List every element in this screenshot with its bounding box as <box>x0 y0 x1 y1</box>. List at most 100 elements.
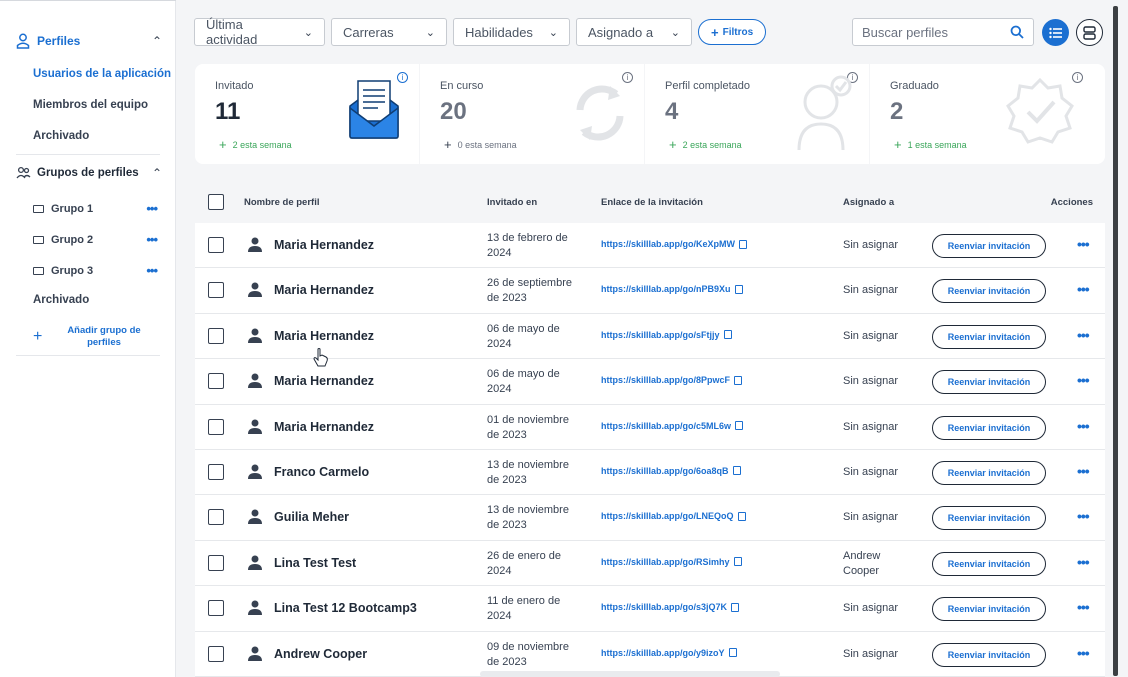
row-name[interactable]: Maria Hernandez <box>274 374 374 388</box>
row-link[interactable]: https://skilllab.app/go/6oa8qB <box>601 466 741 476</box>
row-name[interactable]: Maria Hernandez <box>274 329 374 343</box>
more-icon[interactable]: ••• <box>1077 372 1090 388</box>
row-checkbox[interactable] <box>208 463 224 480</box>
sidebar-item-app-users[interactable]: Usuarios de la aplicación <box>33 68 171 80</box>
more-icon[interactable]: ••• <box>1077 645 1090 661</box>
list-view-button[interactable] <box>1042 19 1069 46</box>
more-icon[interactable]: ••• <box>1077 281 1090 297</box>
resend-invite-button[interactable]: Reenviar invitación <box>932 415 1046 440</box>
row-name[interactable]: Maria Hernandez <box>274 420 374 434</box>
more-icon[interactable]: ••• <box>1077 508 1090 524</box>
copy-icon[interactable] <box>728 648 737 658</box>
copy-icon[interactable] <box>739 239 748 249</box>
copy-icon[interactable] <box>734 284 743 294</box>
filters-button[interactable]: + Filtros <box>698 19 767 45</box>
more-icon[interactable]: ••• <box>1077 327 1090 343</box>
row-checkbox[interactable] <box>208 645 224 662</box>
sidebar-section-groups[interactable]: Grupos de perfiles ⌃ <box>16 166 162 180</box>
more-icon[interactable]: ••• <box>1077 418 1090 434</box>
horizontal-scrollbar[interactable] <box>480 671 780 677</box>
sidebar-item-team-members[interactable]: Miembros del equipo <box>33 99 148 111</box>
careers-select[interactable]: Carreras ⌄ <box>331 18 447 46</box>
chevron-up-icon[interactable]: ⌃ <box>152 34 162 48</box>
sidebar-group-1[interactable]: Grupo 1 ••• <box>33 201 158 216</box>
card-view-button[interactable] <box>1076 19 1103 46</box>
row-link[interactable]: https://skilllab.app/go/LNEQoQ <box>601 511 746 521</box>
header-invited[interactable]: Invitado en <box>487 197 537 208</box>
resend-invite-button[interactable]: Reenviar invitación <box>932 460 1046 485</box>
more-icon[interactable]: ••• <box>1077 554 1090 570</box>
sidebar-section-profiles[interactable]: Perfiles ⌃ <box>16 33 162 49</box>
row-link[interactable]: https://skilllab.app/go/nPB9Xu <box>601 284 743 294</box>
row-link-text[interactable]: https://skilllab.app/go/LNEQoQ <box>601 511 734 521</box>
row-link[interactable]: https://skilllab.app/go/s3jQ7K <box>601 602 740 612</box>
row-link[interactable]: https://skilllab.app/go/KeXpMW <box>601 239 748 249</box>
add-group-button[interactable]: + Añadir grupo de perfiles <box>33 325 157 349</box>
copy-icon[interactable] <box>734 375 743 385</box>
search-icon[interactable] <box>1010 25 1024 39</box>
row-name[interactable]: Guilia Meher <box>274 510 349 524</box>
sidebar-groups-archived[interactable]: Archivado <box>33 294 89 306</box>
copy-icon[interactable] <box>733 557 742 567</box>
row-checkbox[interactable] <box>208 600 224 617</box>
row-link-text[interactable]: https://skilllab.app/go/sFtjjy <box>601 330 720 340</box>
stat-card-invited[interactable]: Invitado 11 +2 esta semana i <box>195 64 419 164</box>
table-row[interactable]: Lina Test Test 26 de enero de 2024 https… <box>195 540 1105 587</box>
row-link[interactable]: https://skilllab.app/go/RSimhy <box>601 557 742 567</box>
table-row[interactable]: Maria Hernandez 26 de septiembre de 2023… <box>195 268 1105 314</box>
header-name[interactable]: Nombre de perfil <box>244 197 320 208</box>
last-activity-select[interactable]: Última actividad ⌄ <box>194 17 325 47</box>
resend-invite-button[interactable]: Reenviar invitación <box>932 597 1046 622</box>
skills-select[interactable]: Habilidades ⌄ <box>453 18 570 46</box>
row-link-text[interactable]: https://skilllab.app/go/nPB9Xu <box>601 284 731 294</box>
copy-icon[interactable] <box>735 421 744 431</box>
stat-card-in-progress[interactable]: En curso 20 +0 esta semana i <box>420 64 644 164</box>
row-checkbox[interactable] <box>208 237 224 253</box>
copy-icon[interactable] <box>732 466 741 476</box>
table-row[interactable]: Maria Hernandez 13 de febrero de 2024 ht… <box>195 223 1105 269</box>
copy-icon[interactable] <box>723 330 732 340</box>
resend-invite-button[interactable]: Reenviar invitación <box>932 642 1046 667</box>
row-link-text[interactable]: https://skilllab.app/go/c5ML6w <box>601 421 731 431</box>
row-link[interactable]: https://skilllab.app/go/sFtjjy <box>601 330 732 340</box>
resend-invite-button[interactable]: Reenviar invitación <box>932 506 1046 531</box>
resend-invite-button[interactable]: Reenviar invitación <box>932 370 1046 395</box>
more-icon[interactable]: ••• <box>146 201 158 216</box>
select-all-checkbox[interactable] <box>208 194 224 210</box>
more-icon[interactable]: ••• <box>1077 236 1090 252</box>
sidebar-group-3[interactable]: Grupo 3 ••• <box>33 263 158 278</box>
row-name[interactable]: Lina Test Test <box>274 556 356 570</box>
row-name[interactable]: Lina Test 12 Bootcamp3 <box>274 601 417 615</box>
more-icon[interactable]: ••• <box>146 232 158 247</box>
row-link-text[interactable]: https://skilllab.app/go/8PpwcF <box>601 375 730 385</box>
table-row[interactable]: Lina Test 12 Bootcamp3 11 de enero de 20… <box>195 586 1105 632</box>
row-checkbox[interactable] <box>208 282 224 299</box>
resend-invite-button[interactable]: Reenviar invitación <box>932 324 1046 349</box>
row-name[interactable]: Andrew Cooper <box>274 647 367 661</box>
copy-icon[interactable] <box>737 511 746 521</box>
row-link[interactable]: https://skilllab.app/go/c5ML6w <box>601 421 744 431</box>
table-row[interactable]: Maria Hernandez 01 de noviembre de 2023 … <box>195 404 1105 450</box>
sidebar-item-archived[interactable]: Archivado <box>33 130 89 142</box>
stat-card-graduated[interactable]: Graduado 2 +1 esta semana i <box>870 64 1105 164</box>
row-link-text[interactable]: https://skilllab.app/go/RSimhy <box>601 557 730 567</box>
row-link-text[interactable]: https://skilllab.app/go/s3jQ7K <box>601 602 727 612</box>
copy-icon[interactable] <box>731 602 740 612</box>
row-name[interactable]: Maria Hernandez <box>274 238 374 252</box>
sidebar-group-2[interactable]: Grupo 2 ••• <box>33 232 158 247</box>
search-input[interactable]: Buscar perfiles <box>852 18 1034 46</box>
resend-invite-button[interactable]: Reenviar invitación <box>932 279 1046 304</box>
row-link-text[interactable]: https://skilllab.app/go/KeXpMW <box>601 239 735 249</box>
row-link-text[interactable]: https://skilllab.app/go/6oa8qB <box>601 466 729 476</box>
table-row[interactable]: Guilia Meher 13 de noviembre de 2023 htt… <box>195 495 1105 541</box>
row-link[interactable]: https://skilllab.app/go/8PpwcF <box>601 375 743 385</box>
table-row[interactable]: Maria Hernandez 06 de mayo de 2024 https… <box>195 313 1105 360</box>
chevron-up-icon[interactable]: ⌃ <box>152 166 162 180</box>
resend-invite-button[interactable]: Reenviar invitación <box>932 551 1046 576</box>
row-link-text[interactable]: https://skilllab.app/go/y9izoY <box>601 648 725 658</box>
row-name[interactable]: Maria Hernandez <box>274 283 374 297</box>
row-checkbox[interactable] <box>208 418 224 435</box>
row-checkbox[interactable] <box>208 327 224 344</box>
table-row[interactable]: Franco Carmelo 13 de noviembre de 2023 h… <box>195 449 1105 496</box>
assigned-select[interactable]: Asignado a ⌄ <box>576 18 692 46</box>
